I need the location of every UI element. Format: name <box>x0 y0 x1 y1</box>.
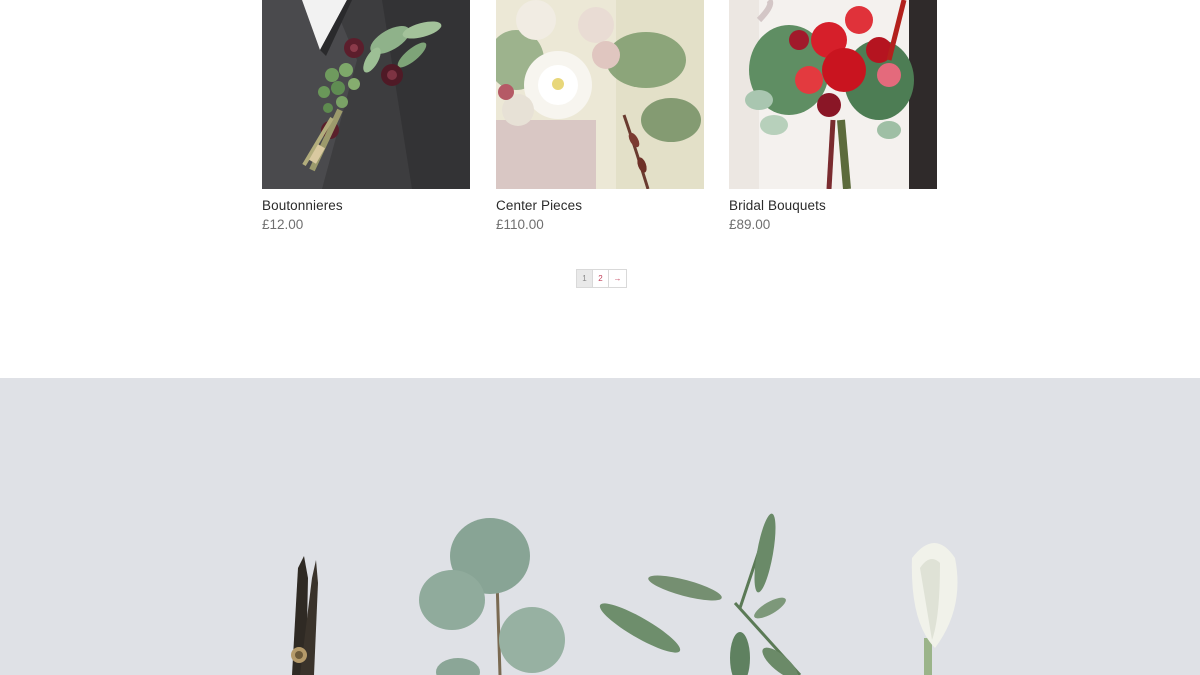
page: Boutonnieres £12.00 Center Pieces £110.0… <box>0 0 1200 675</box>
product-image-boutonnieres[interactable] <box>262 0 470 189</box>
product-card-center-pieces[interactable]: Center Pieces £110.00 <box>496 0 705 232</box>
product-name[interactable]: Bridal Bouquets <box>729 198 938 213</box>
pagination-next-arrow-icon[interactable]: → <box>609 270 626 287</box>
product-name[interactable]: Boutonnieres <box>262 198 471 213</box>
product-price: £89.00 <box>729 217 771 232</box>
pagination-page-2[interactable]: 2 <box>593 270 609 287</box>
hero-image <box>0 378 1200 675</box>
product-image-bridal-bouquets[interactable] <box>729 0 937 189</box>
product-price: £110.00 <box>496 217 544 232</box>
product-image-center-pieces[interactable] <box>496 0 704 189</box>
product-price: £12.00 <box>262 217 304 232</box>
pagination: 1 2 → <box>576 269 627 288</box>
product-card-bridal-bouquets[interactable]: Bridal Bouquets £89.00 <box>729 0 938 232</box>
pagination-page-1[interactable]: 1 <box>577 270 593 287</box>
product-name[interactable]: Center Pieces <box>496 198 705 213</box>
product-card-boutonnieres[interactable]: Boutonnieres £12.00 <box>262 0 471 232</box>
